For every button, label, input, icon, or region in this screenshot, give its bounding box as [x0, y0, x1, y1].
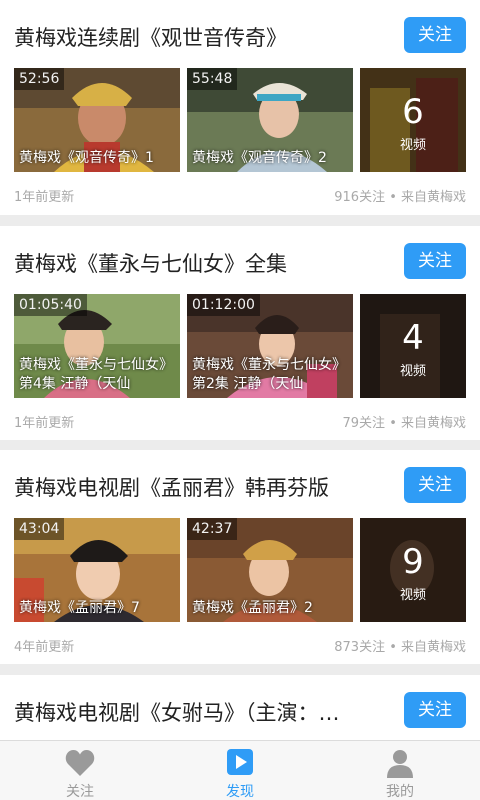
nav-label: 我的: [386, 784, 414, 800]
video-duration: 42:37: [187, 518, 238, 540]
follow-button[interactable]: 关注: [404, 17, 466, 53]
updated-time: 1年前更新: [14, 416, 75, 431]
card-header: 黄梅戏电视剧《女驸马》（主演：… 关注: [0, 675, 480, 743]
video-duration: 01:12:00: [187, 294, 260, 316]
nav-label: 关注: [66, 784, 94, 800]
video-caption: 黄梅戏《孟丽君》7: [19, 600, 140, 616]
updated-time: 4年前更新: [14, 640, 75, 655]
follow-button[interactable]: 关注: [404, 467, 466, 503]
video-duration: 52:56: [14, 68, 65, 90]
video-thumbnails: 52:56 黄梅戏《观音传奇》1 55:48 黄梅戏《观音传奇》2 6 视频: [14, 68, 466, 172]
follow-button[interactable]: 关注: [404, 243, 466, 279]
video-duration: 55:48: [187, 68, 238, 90]
follow-meta: 916关注 • 来自黄梅戏: [334, 190, 466, 205]
follow-meta: 79关注 • 来自黄梅戏: [342, 416, 466, 431]
more-videos-label: 视频: [399, 138, 426, 153]
video-duration: 43:04: [14, 518, 65, 540]
feed-card[interactable]: 黄梅戏《董永与七仙女》全集 关注 01:05:40 黄梅戏《董永与七仙女》第4集…: [0, 226, 480, 440]
more-videos-count: 9: [402, 542, 424, 582]
nav-item-follow[interactable]: 关注: [0, 741, 160, 800]
video-caption: 黄梅戏《董永与七仙女》第2集 汪静（天仙: [192, 357, 346, 392]
video-caption: 黄梅戏《观音传奇》1: [19, 150, 154, 166]
nav-item-discover[interactable]: 发现: [160, 741, 320, 800]
nav-label: 发现: [226, 784, 254, 800]
person-icon: [387, 750, 413, 778]
feed-card[interactable]: 黄梅戏连续剧《观世音传奇》 关注 52:56 黄梅戏《观音传奇》1 55:48 …: [0, 0, 480, 215]
follow-meta: 873关注 • 来自黄梅戏: [334, 640, 466, 655]
video-thumbnails: 01:05:40 黄梅戏《董永与七仙女》第4集 汪静（天仙 01:12:00 黄…: [14, 294, 466, 398]
app-root: 黄梅戏连续剧《观世音传奇》 关注 52:56 黄梅戏《观音传奇》1 55:48 …: [0, 0, 480, 800]
more-videos-count: 4: [402, 318, 424, 358]
video-thumbnails: 43:04 黄梅戏《孟丽君》7 42:37 黄梅戏《孟丽君》2 9 视频: [14, 518, 466, 622]
more-videos-label: 视频: [399, 588, 426, 603]
card-title[interactable]: 黄梅戏电视剧《女驸马》（主演：…: [14, 697, 340, 727]
video-duration: 01:05:40: [14, 294, 87, 316]
more-videos-tile[interactable]: 9 视频: [360, 518, 466, 622]
card-header: 黄梅戏《董永与七仙女》全集 关注: [0, 226, 480, 294]
video-caption: 黄梅戏《董永与七仙女》第4集 汪静（天仙: [19, 357, 173, 392]
video-thumbnail[interactable]: 42:37 黄梅戏《孟丽君》2: [187, 518, 353, 622]
video-caption: 黄梅戏《孟丽君》2: [192, 600, 313, 616]
video-thumbnail[interactable]: 01:05:40 黄梅戏《董永与七仙女》第4集 汪静（天仙: [14, 294, 180, 398]
nav-item-mine[interactable]: 我的: [320, 741, 480, 800]
video-thumbnail[interactable]: 01:12:00 黄梅戏《董永与七仙女》第2集 汪静（天仙: [187, 294, 353, 398]
more-videos-tile[interactable]: 4 视频: [360, 294, 466, 398]
feed-card[interactable]: 黄梅戏电视剧《孟丽君》韩再芬版 关注 43:04 黄梅戏《孟丽君》7 42:37…: [0, 450, 480, 664]
video-caption: 黄梅戏《观音传奇》2: [192, 150, 327, 166]
updated-time: 1年前更新: [14, 190, 75, 205]
more-videos-tile[interactable]: 6 视频: [360, 68, 466, 172]
card-title[interactable]: 黄梅戏《董永与七仙女》全集: [14, 248, 287, 278]
video-thumbnail[interactable]: 43:04 黄梅戏《孟丽君》7: [14, 518, 180, 622]
card-header: 黄梅戏连续剧《观世音传奇》 关注: [0, 0, 480, 68]
heart-icon: [65, 750, 95, 776]
follow-button[interactable]: 关注: [404, 692, 466, 728]
more-videos-label: 视频: [399, 364, 426, 379]
bottom-nav: 关注 发现 我的: [0, 740, 480, 800]
play-icon: [227, 749, 253, 775]
more-videos-count: 6: [402, 92, 424, 132]
card-header: 黄梅戏电视剧《孟丽君》韩再芬版 关注: [0, 450, 480, 518]
video-thumbnail[interactable]: 55:48 黄梅戏《观音传奇》2: [187, 68, 353, 172]
card-title[interactable]: 黄梅戏电视剧《孟丽君》韩再芬版: [14, 472, 329, 502]
video-thumbnail[interactable]: 52:56 黄梅戏《观音传奇》1: [14, 68, 180, 172]
card-title[interactable]: 黄梅戏连续剧《观世音传奇》: [14, 22, 287, 52]
